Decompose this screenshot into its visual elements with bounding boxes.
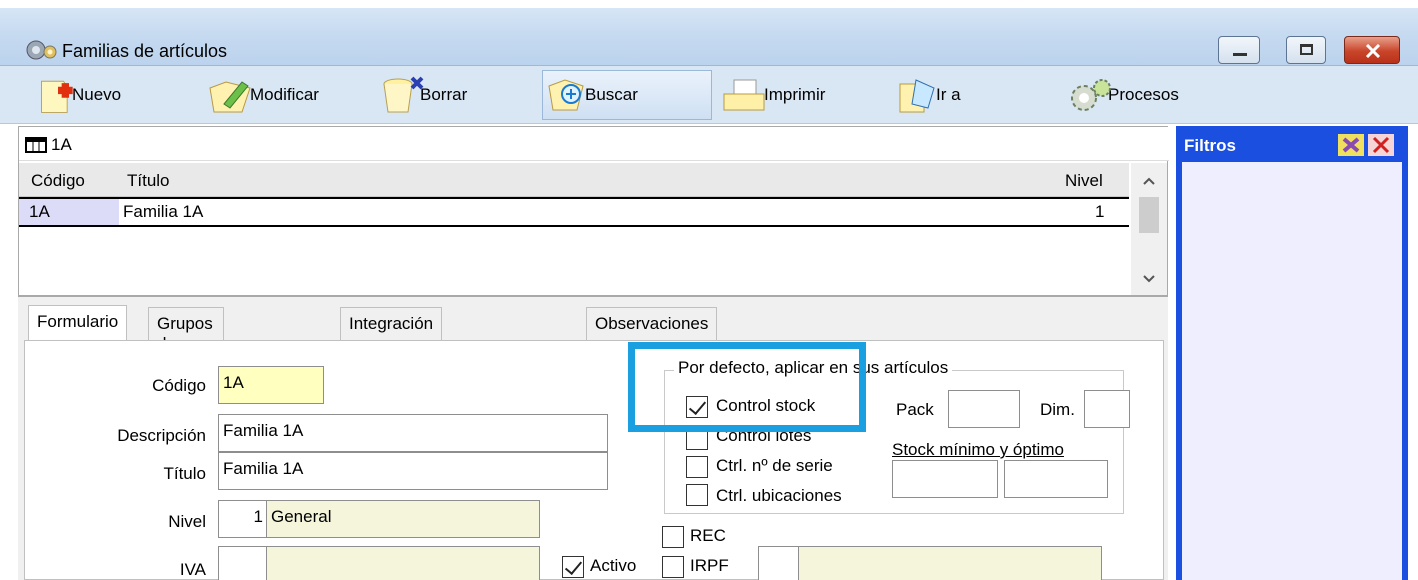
printer-icon (723, 79, 765, 111)
title-bar: Familias de artículos (0, 8, 1418, 66)
rec-label: REC (690, 526, 726, 545)
col-nivel[interactable]: Nivel (1065, 171, 1103, 191)
stock-min-opt-label: Stock mínimo y óptimo (892, 440, 1064, 459)
borrar-button[interactable]: Borrar (378, 70, 467, 120)
close-window-button[interactable] (1344, 36, 1400, 64)
filtros-close-button[interactable] (1368, 134, 1394, 156)
codigo-field[interactable]: 1A (218, 366, 324, 404)
close-icon (1365, 44, 1381, 58)
irpf-label: IRPF (690, 556, 729, 575)
ctrl-ubicaciones-label: Ctrl. ubicaciones (716, 486, 842, 505)
irpf-checkbox[interactable] (662, 556, 684, 578)
activo-label: Activo (590, 556, 637, 575)
imprimir-label: Imprimir (764, 85, 826, 104)
iva-code-field[interactable] (218, 546, 268, 580)
nuevo-button[interactable]: Nuevo (36, 70, 121, 120)
table-icon (25, 137, 47, 153)
pack-label: Pack (896, 400, 934, 419)
minimize-icon (1233, 53, 1247, 56)
grid-scrollbar[interactable] (1131, 163, 1167, 295)
nivel-name-field: General (266, 500, 540, 538)
grid-header: Código Título Nivel (19, 163, 1129, 197)
scroll-thumb[interactable] (1139, 197, 1159, 233)
descripcion-label: Descripción (117, 426, 206, 445)
borrar-label: Borrar (420, 85, 468, 104)
edit-folder-icon (209, 81, 251, 113)
imprimir-button[interactable]: Imprimir (720, 70, 825, 120)
ir-a-button[interactable]: Ir a (894, 70, 961, 120)
go-to-icon (899, 79, 935, 113)
grid-record-label: 1A (51, 135, 72, 154)
dim-label: Dim. (1040, 400, 1075, 419)
tab-shopify[interactable]: Integración con Shopify (340, 307, 443, 373)
table-row[interactable]: 1A Familia 1A 1 (19, 197, 1129, 227)
window-title: Familias de artículos (62, 41, 228, 61)
filtros-content (1182, 162, 1402, 580)
procesos-label: Procesos (1108, 85, 1179, 104)
minimize-button[interactable] (1218, 36, 1260, 64)
delete-bin-icon (383, 76, 424, 113)
toolbar: Nuevo Modificar Borrar Buscar Imprimir I… (0, 66, 1418, 124)
stock-optimo-field[interactable] (1004, 460, 1108, 498)
tab-formulario[interactable]: Formulario (28, 305, 128, 343)
app-gears-icon (26, 40, 57, 60)
ctrl-serie-label: Ctrl. nº de serie (716, 456, 833, 475)
chevron-up-icon[interactable] (1143, 177, 1155, 185)
stock-minimo-field[interactable] (892, 460, 998, 498)
gears-icon (1071, 79, 1111, 111)
modificar-button[interactable]: Modificar (206, 70, 319, 120)
maximize-button[interactable] (1286, 36, 1326, 64)
cell-nivel: 1 (1095, 202, 1105, 221)
new-document-icon (41, 80, 73, 113)
maximize-icon (1300, 44, 1313, 55)
cell-titulo: Familia 1A (123, 202, 204, 221)
ctrl-ubicaciones-checkbox[interactable] (686, 484, 708, 506)
cell-codigo: 1A (29, 202, 50, 221)
highlight-box (628, 342, 866, 432)
chevron-down-icon[interactable] (1143, 275, 1155, 283)
filtros-title: Filtros (1184, 136, 1236, 155)
records-grid: 1A Código Título Nivel 1A Familia 1A 1 (18, 126, 1169, 296)
col-titulo[interactable]: Título (127, 171, 170, 191)
filtros-clear-button[interactable] (1338, 134, 1364, 156)
tab-grupos-familias[interactable]: Grupos de familias (148, 307, 224, 373)
nivel-number-field[interactable]: 1 (218, 500, 268, 538)
irpf-code-field[interactable] (758, 546, 800, 580)
filtros-panel: Filtros (1176, 126, 1408, 580)
titulo-field[interactable]: Familia 1A (218, 452, 608, 490)
search-folder-icon (548, 79, 584, 111)
buscar-label: Buscar (585, 85, 638, 104)
pack-field[interactable] (948, 390, 1020, 428)
close-icon (1372, 136, 1390, 154)
descripcion-field[interactable]: Familia 1A (218, 414, 608, 452)
iva-name-field (266, 546, 540, 580)
procesos-button[interactable]: Procesos (1066, 70, 1179, 120)
activo-checkbox[interactable] (562, 556, 584, 578)
grid-record-bar: 1A (19, 127, 1169, 161)
nivel-label: Nivel (168, 512, 206, 531)
dim-field[interactable] (1084, 390, 1130, 428)
titulo-label: Título (163, 464, 206, 483)
iva-label: IVA (179, 560, 206, 579)
irpf-name-field (798, 546, 1102, 580)
clear-filter-icon (1342, 137, 1360, 153)
buscar-button[interactable]: Buscar (542, 70, 712, 120)
rec-checkbox[interactable] (662, 526, 684, 548)
codigo-label: Código (152, 376, 206, 395)
modificar-label: Modificar (250, 85, 319, 104)
col-codigo[interactable]: Código (31, 171, 85, 191)
tab-observaciones[interactable]: Observaciones (586, 307, 718, 341)
ctrl-serie-checkbox[interactable] (686, 456, 708, 478)
